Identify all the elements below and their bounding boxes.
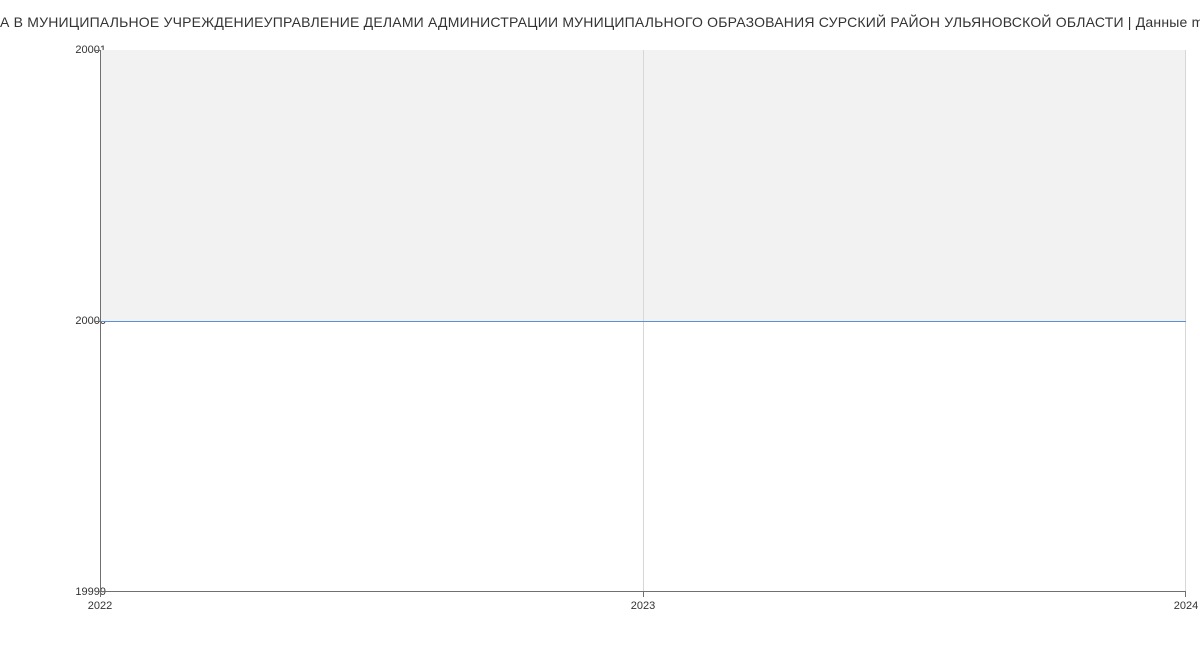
y-tick-label: 19999 bbox=[16, 586, 106, 598]
data-line-series bbox=[100, 321, 1186, 322]
x-tick-label: 2023 bbox=[631, 600, 655, 612]
x-tick-label: 2024 bbox=[1174, 600, 1198, 612]
x-tick-mark bbox=[100, 592, 101, 597]
x-tick-mark bbox=[643, 592, 644, 597]
y-axis-line bbox=[100, 50, 101, 592]
y-tick-label: 20001 bbox=[16, 44, 106, 56]
chart-title: А В МУНИЦИПАЛЬНОЕ УЧРЕЖДЕНИЕУПРАВЛЕНИЕ Д… bbox=[0, 14, 1200, 30]
x-tick-mark bbox=[1185, 592, 1186, 597]
x-tick-label: 2022 bbox=[88, 600, 112, 612]
plot-area bbox=[100, 50, 1186, 592]
y-tick-label: 20000 bbox=[16, 315, 106, 327]
x-axis-line bbox=[100, 591, 1186, 592]
